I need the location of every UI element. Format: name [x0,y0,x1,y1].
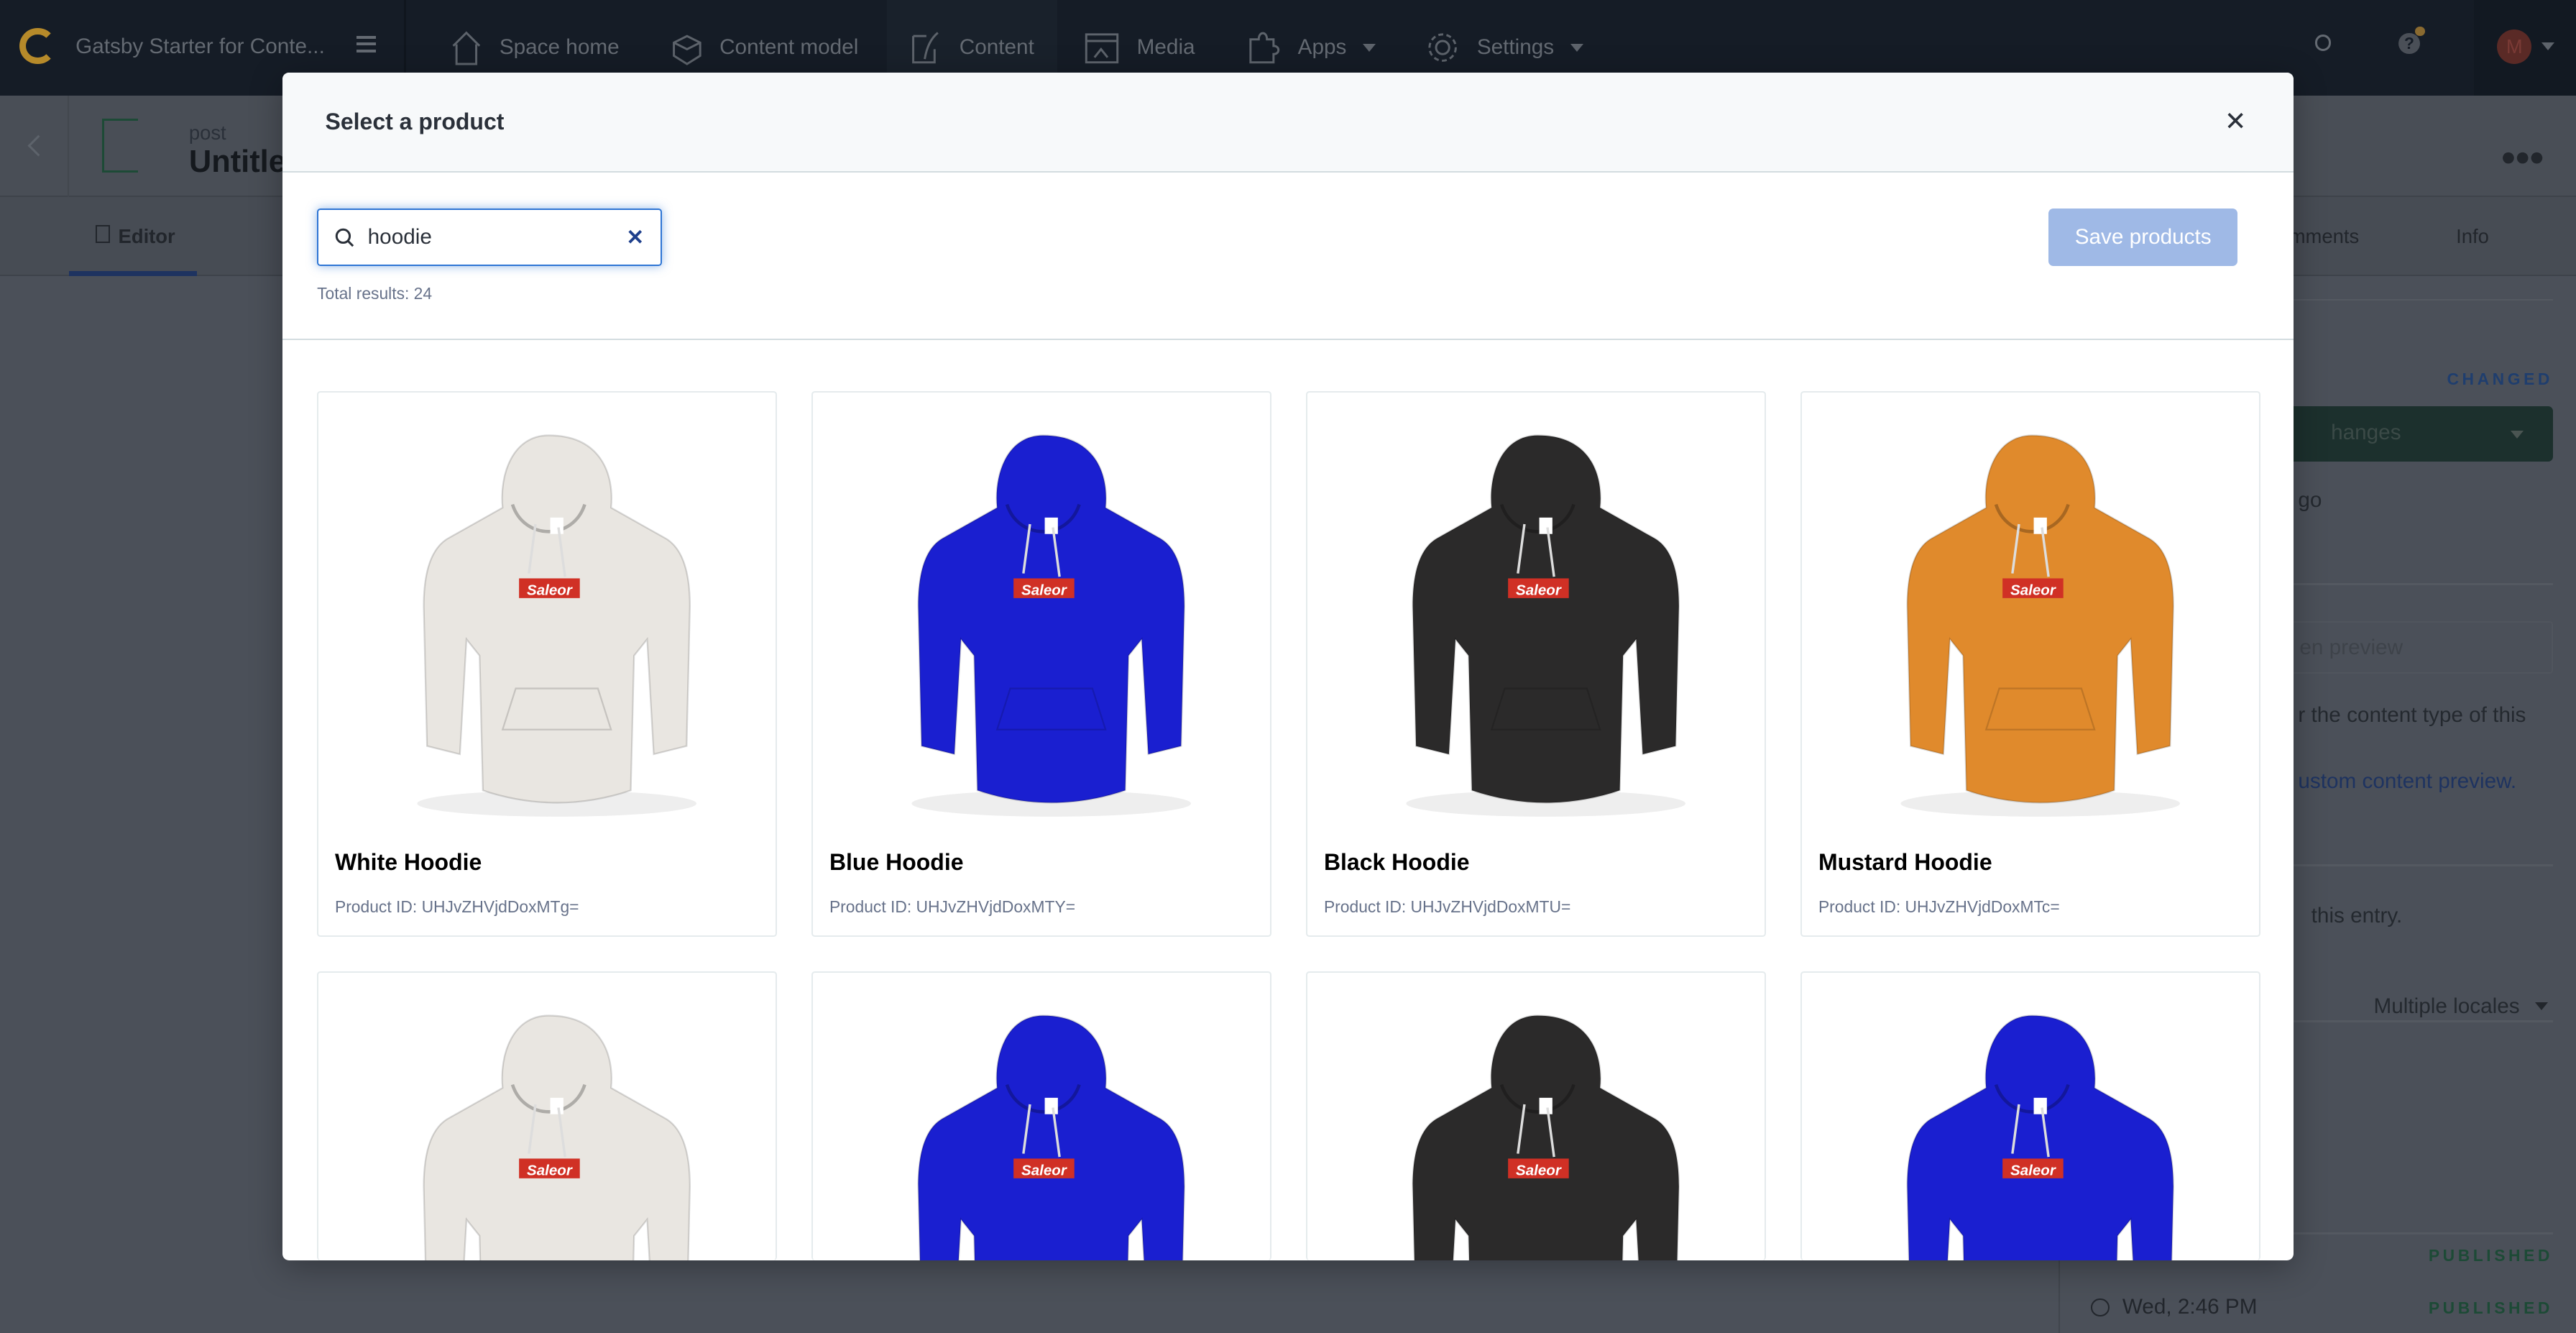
product-card[interactable]: Saleor [317,971,778,1261]
tab-info[interactable]: Info [2456,225,2489,248]
product-name: Black Hoodie [1323,849,1470,876]
version-status: PUBLISHED [2428,1298,2553,1317]
version-time[interactable]: Wed, 2:46 PM [2122,1295,2258,1319]
total-results: Total results: 24 [317,284,433,303]
product-image: Saleor [911,434,1191,817]
translation-text: this entry. [2311,904,2403,928]
nav-label: Apps [1297,35,1347,60]
avatar-chevron-icon[interactable] [2541,42,2554,51]
brand-label: Saleor [1021,582,1067,598]
status-badge: CHANGED [2447,370,2553,389]
brand-label: Saleor [1021,1162,1067,1178]
tab-label: Editor [118,225,175,248]
home-icon [452,31,481,65]
product-card[interactable]: Saleor Mustard Hoodie Product ID: UHJvZHV… [1800,390,2261,937]
document-icon [95,225,111,244]
search-icon[interactable] [2314,34,2332,51]
brand-label: Saleor [2010,1162,2056,1178]
preview-label: en preview [2299,636,2404,660]
contentful-logo[interactable] [19,27,56,65]
puzzle-icon [1248,32,1279,64]
space-name[interactable]: Gatsby Starter for Conte... [75,35,325,59]
search-value: hoodie [367,225,432,249]
product-image: Saleor [1406,434,1685,817]
dialog-title: Select a product [325,108,505,134]
product-card[interactable]: Saleor White Hoodie Product ID: UHJvZHVjd… [317,390,778,937]
product-image: Saleor [917,1014,1185,1261]
product-card[interactable]: Saleor [811,971,1272,1261]
dialog-header: Select a product [282,72,2294,173]
more-options-icon[interactable]: ●●● [2501,142,2545,172]
content-icon [912,32,939,64]
entry-title: Untitle [188,145,286,180]
nav-label: Media [1136,35,1195,60]
content-type-label: post [188,122,226,145]
nav-label: Space home [499,35,620,60]
product-image: Saleor [423,1014,691,1261]
brand-label: Saleor [1516,582,1562,598]
product-card[interactable]: Saleor Blue Hoodie Product ID: UHJvZHVjdD… [811,390,1272,937]
search-input[interactable]: hoodie ✕ [317,209,663,267]
chevron-down-icon [1363,43,1376,52]
product-image: Saleor [1906,1014,2174,1261]
product-name: Blue Hoodie [829,849,964,876]
brand-label: Saleor [1516,1162,1562,1178]
product-id: Product ID: UHJvZHVjdDoxMTc= [1818,897,2060,916]
publish-label: hanges [2331,421,2401,445]
product-card[interactable]: Saleor [1800,971,2261,1261]
locales-select[interactable]: Multiple locales [2374,994,2520,1019]
product-name: Mustard Hoodie [1818,849,1992,876]
search-icon [335,228,354,247]
product-id: Product ID: UHJvZHVjdDoxMTg= [334,897,579,916]
brand-label: Saleor [527,1162,573,1178]
product-id: Product ID: UHJvZHVjdDoxMTY= [829,897,1076,916]
nav-label: Content [959,35,1034,60]
back-icon[interactable] [28,134,50,156]
product-grid: Saleor White Hoodie Product ID: UHJvZHVjd… [317,390,2261,1261]
version-status: PUBLISHED [2428,1245,2553,1265]
brand-label: Saleor [527,582,573,598]
hamburger-icon[interactable] [356,36,377,53]
notification-dot [2414,26,2425,37]
close-icon[interactable]: ✕ [2225,108,2248,134]
help-icon[interactable]: ? [2398,32,2420,55]
last-saved-text: go [2298,487,2322,512]
product-name: White Hoodie [334,849,482,876]
divider [282,338,2294,341]
product-card[interactable]: Saleor [1306,971,1767,1261]
clear-search-icon[interactable]: ✕ [626,225,644,250]
product-id: Product ID: UHJvZHVjdDoxMTU= [1323,897,1571,916]
product-image: Saleor [417,434,696,817]
product-image: Saleor [1900,434,2180,817]
preview-help-text: r the content type of this [2298,703,2526,728]
nav-label: Content model [719,35,859,60]
chevron-down-icon[interactable] [2534,1002,2548,1010]
media-icon [1085,33,1118,64]
chevron-down-icon[interactable] [2510,430,2524,439]
product-image: Saleor [1412,1014,1680,1261]
chevron-down-icon [1570,43,1583,52]
nav-label: Settings [1476,35,1555,60]
tab-editor[interactable]: Editor [95,225,175,248]
save-products-button[interactable]: Save products [2048,209,2238,267]
content-model-icon [672,35,702,65]
post-icon [101,118,138,173]
radio-icon[interactable] [2091,1298,2110,1316]
brand-label: Saleor [2010,582,2056,598]
product-card[interactable]: Saleor Black Hoodie Product ID: UHJvZHVjd… [1306,390,1767,937]
select-product-dialog: Select a product ✕ hoodie ✕ Save product… [282,72,2294,1261]
gear-icon [1428,33,1457,63]
custom-preview-link[interactable]: ustom content preview. [2298,769,2516,794]
